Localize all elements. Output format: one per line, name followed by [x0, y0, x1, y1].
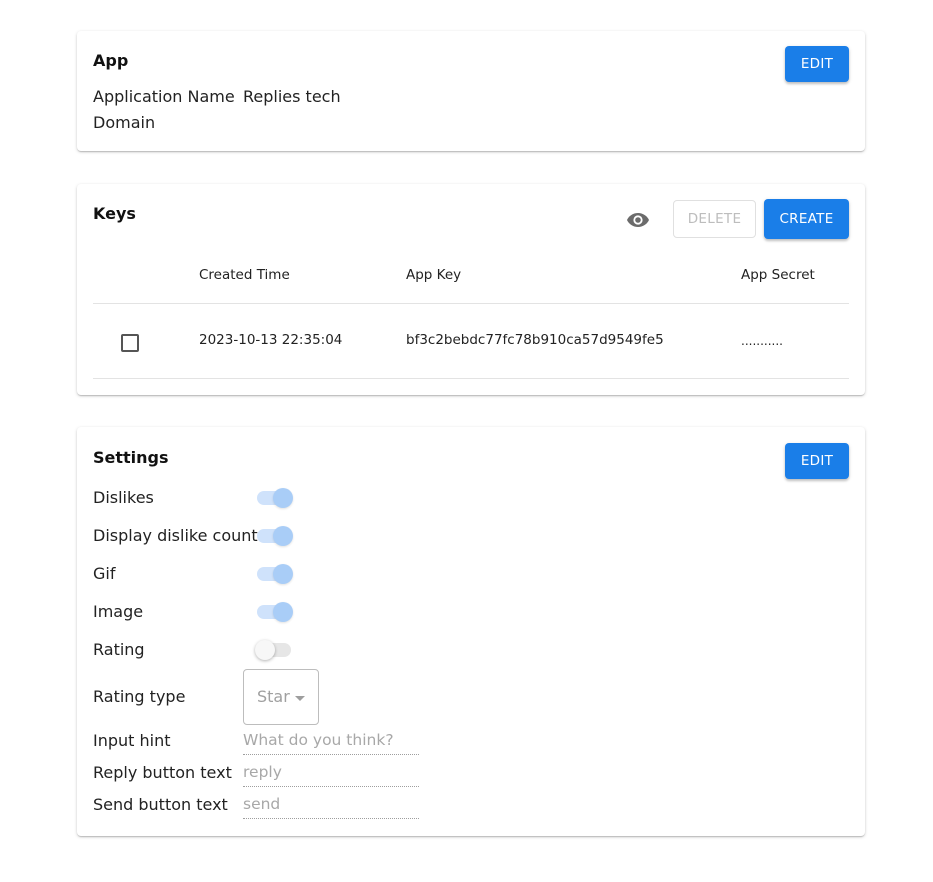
app-card: App EDIT Application Name Replies tech D…: [77, 31, 865, 151]
image-label: Image: [93, 602, 144, 621]
application-name-label: Application Name: [93, 87, 235, 106]
gif-toggle[interactable]: [255, 564, 293, 584]
rating-type-label: Rating type: [93, 687, 186, 706]
column-header-app-secret: App Secret: [741, 267, 815, 283]
rating-toggle[interactable]: [255, 640, 293, 660]
reply-button-text-label: Reply button text: [93, 763, 232, 782]
row-select-checkbox[interactable]: [121, 334, 139, 352]
app-key-cell: bf3c2bebdc77fc78b910ca57d9549fe5: [406, 332, 664, 348]
rating-type-selected-value: Star: [257, 687, 290, 706]
reply-button-text-field[interactable]: [243, 762, 419, 787]
keys-card-title: Keys: [93, 204, 136, 223]
eye-icon[interactable]: [626, 211, 650, 229]
keys-card: Keys DELETE CREATE Created Time App Key …: [77, 184, 865, 395]
input-hint-label: Input hint: [93, 731, 171, 750]
dislikes-label: Dislikes: [93, 488, 154, 507]
display-dislike-count-label: Display dislike count: [93, 526, 258, 545]
send-button-text-label: Send button text: [93, 795, 228, 814]
dislikes-toggle[interactable]: [255, 488, 293, 508]
caret-down-icon: [295, 696, 305, 701]
display-dislike-count-toggle[interactable]: [255, 526, 293, 546]
app-edit-button[interactable]: EDIT: [785, 46, 849, 82]
rating-type-select[interactable]: Star: [243, 669, 319, 725]
domain-label: Domain: [93, 113, 156, 132]
rating-label: Rating: [93, 640, 145, 659]
table-row-divider: [93, 378, 849, 379]
delete-key-button[interactable]: DELETE: [673, 200, 756, 238]
gif-label: Gif: [93, 564, 116, 583]
input-hint-field[interactable]: [243, 730, 419, 755]
settings-card: Settings EDIT Dislikes Display dislike c…: [77, 427, 865, 836]
column-header-created-time: Created Time: [199, 267, 290, 283]
app-secret-cell: ...........: [741, 334, 783, 348]
send-button-text-field[interactable]: [243, 794, 419, 819]
create-key-button[interactable]: CREATE: [764, 199, 849, 239]
settings-edit-button[interactable]: EDIT: [785, 443, 849, 479]
image-toggle[interactable]: [255, 602, 293, 622]
settings-card-title: Settings: [93, 448, 169, 467]
column-header-app-key: App Key: [406, 267, 462, 283]
app-card-title: App: [93, 51, 129, 70]
table-header-divider: [93, 303, 849, 304]
created-time-cell: 2023-10-13 22:35:04: [199, 332, 343, 348]
application-name-value: Replies tech: [243, 87, 341, 106]
